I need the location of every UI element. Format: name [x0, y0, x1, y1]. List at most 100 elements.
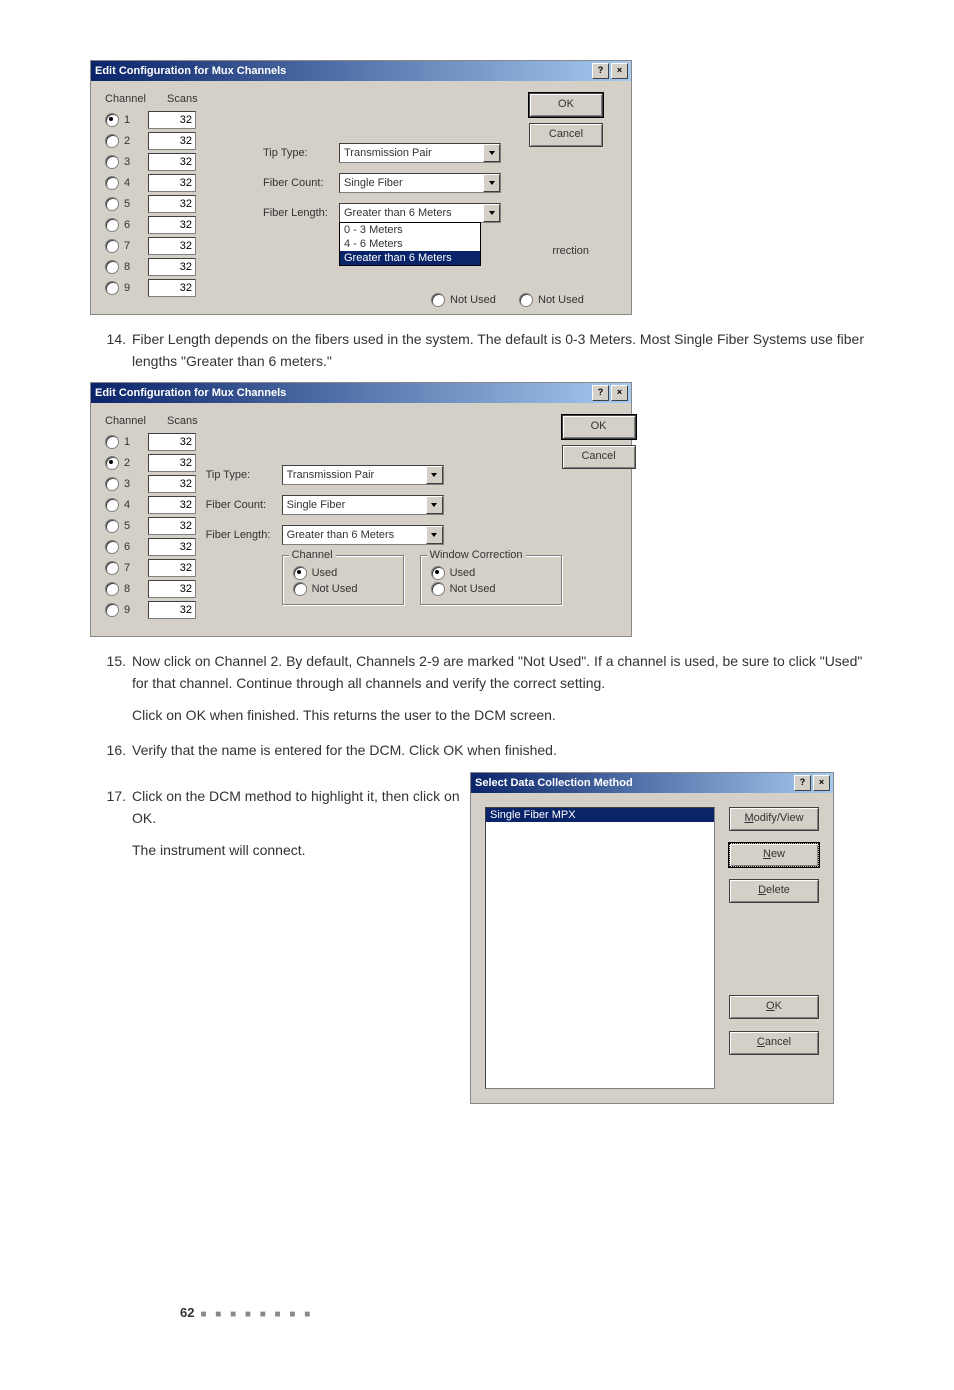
- channel-radio-1[interactable]: [105, 113, 119, 127]
- tip-type-select[interactable]: Transmission Pair: [339, 143, 501, 163]
- scans-input-8[interactable]: [148, 258, 196, 276]
- channel-radio-9[interactable]: [105, 281, 119, 295]
- fiber-length-select[interactable]: Greater than 6 Meters 0 - 3 Meters 4 - 6…: [339, 203, 501, 223]
- scans-input-6[interactable]: [148, 216, 196, 234]
- channel-label: 8: [124, 261, 148, 273]
- scans-input-7[interactable]: [148, 559, 196, 577]
- channel-label: 5: [124, 520, 148, 532]
- channel-radio-5[interactable]: [105, 197, 119, 211]
- used-radio[interactable]: Used: [293, 566, 393, 580]
- step-15-para: Click on OK when finished. This returns …: [132, 705, 874, 727]
- scans-input-1[interactable]: [148, 111, 196, 129]
- modify-view-button[interactable]: Modify/View: [729, 807, 819, 831]
- channel-radio-7[interactable]: [105, 561, 119, 575]
- channel-radio-9[interactable]: [105, 603, 119, 617]
- tip-type-select[interactable]: Transmission Pair: [282, 465, 444, 485]
- new-button[interactable]: New: [729, 843, 819, 867]
- channel-label: 3: [124, 156, 148, 168]
- fiber-count-select[interactable]: Single Fiber: [339, 173, 501, 193]
- chevron-down-icon: [426, 496, 443, 514]
- tip-type-label: Tip Type:: [263, 147, 339, 159]
- close-button[interactable]: ×: [611, 63, 628, 79]
- fiber-count-select[interactable]: Single Fiber: [282, 495, 444, 515]
- dropdown-option[interactable]: 0 - 3 Meters: [340, 223, 480, 237]
- titlebar: Select Data Collection Method ? ×: [471, 773, 833, 793]
- channel-label: 8: [124, 583, 148, 595]
- help-button[interactable]: ?: [592, 63, 609, 79]
- channel-radio-2[interactable]: [105, 456, 119, 470]
- channel-radio-1[interactable]: [105, 435, 119, 449]
- ok-button[interactable]: OK: [562, 415, 636, 439]
- channel-radio-4[interactable]: [105, 176, 119, 190]
- channel-label: 9: [124, 282, 148, 294]
- page-footer: 62 ■ ■ ■ ■ ■ ■ ■ ■: [180, 1305, 313, 1320]
- scans-header: Scans: [167, 93, 198, 105]
- channel-label: 6: [124, 219, 148, 231]
- select-dcm-dialog: Select Data Collection Method ? × Single…: [470, 772, 834, 1104]
- help-button[interactable]: ?: [592, 385, 609, 401]
- chevron-down-icon: [483, 204, 500, 222]
- ok-button[interactable]: OK: [729, 995, 819, 1019]
- page-number: 62: [180, 1305, 194, 1320]
- channel-group: Channel Used Not Used: [282, 555, 404, 605]
- channel-label: 2: [124, 135, 148, 147]
- not-used-radio[interactable]: Not Used: [519, 293, 584, 307]
- channel-label: 7: [124, 240, 148, 252]
- scans-input-3[interactable]: [148, 475, 196, 493]
- scans-input-9[interactable]: [148, 601, 196, 619]
- close-button[interactable]: ×: [813, 775, 830, 791]
- fiber-length-select[interactable]: Greater than 6 Meters: [282, 525, 444, 545]
- correction-group-partial: rrection: [552, 245, 589, 257]
- dialog-title: Select Data Collection Method: [475, 777, 792, 789]
- cancel-button[interactable]: Cancel: [529, 123, 603, 147]
- step-14: 14. Fiber Length depends on the fibers u…: [90, 329, 874, 372]
- channel-radio-6[interactable]: [105, 540, 119, 554]
- channel-radio-6[interactable]: [105, 218, 119, 232]
- channel-radio-4[interactable]: [105, 498, 119, 512]
- ok-button[interactable]: OK: [529, 93, 603, 117]
- channel-radio-3[interactable]: [105, 155, 119, 169]
- used-radio[interactable]: Used: [431, 566, 551, 580]
- chevron-down-icon: [483, 144, 500, 162]
- channel-radio-5[interactable]: [105, 519, 119, 533]
- help-button[interactable]: ?: [794, 775, 811, 791]
- scans-input-5[interactable]: [148, 517, 196, 535]
- step-15: 15. Now click on Channel 2. By default, …: [90, 651, 874, 694]
- scans-input-1[interactable]: [148, 433, 196, 451]
- channel-header: Channel: [105, 93, 167, 105]
- dialog-title: Edit Configuration for Mux Channels: [95, 387, 590, 399]
- scans-input-9[interactable]: [148, 279, 196, 297]
- scans-input-4[interactable]: [148, 496, 196, 514]
- scans-input-6[interactable]: [148, 538, 196, 556]
- dcm-listbox[interactable]: Single Fiber MPX: [485, 807, 715, 1089]
- channel-radio-8[interactable]: [105, 260, 119, 274]
- fiber-count-label: Fiber Count:: [263, 177, 339, 189]
- not-used-radio[interactable]: Not Used: [431, 293, 496, 307]
- delete-button[interactable]: Delete: [729, 879, 819, 903]
- scans-input-2[interactable]: [148, 132, 196, 150]
- scans-input-7[interactable]: [148, 237, 196, 255]
- chevron-down-icon: [483, 174, 500, 192]
- scans-input-4[interactable]: [148, 174, 196, 192]
- channel-label: 3: [124, 478, 148, 490]
- channel-radio-2[interactable]: [105, 134, 119, 148]
- scans-input-2[interactable]: [148, 454, 196, 472]
- channel-radio-8[interactable]: [105, 582, 119, 596]
- scans-input-3[interactable]: [148, 153, 196, 171]
- cancel-button[interactable]: Cancel: [562, 445, 636, 469]
- not-used-radio[interactable]: Not Used: [293, 582, 393, 596]
- fiber-length-dropdown: 0 - 3 Meters 4 - 6 Meters Greater than 6…: [339, 222, 481, 266]
- footer-dots: ■ ■ ■ ■ ■ ■ ■ ■: [200, 1309, 313, 1320]
- scans-input-8[interactable]: [148, 580, 196, 598]
- dialog-title: Edit Configuration for Mux Channels: [95, 65, 590, 77]
- scans-input-5[interactable]: [148, 195, 196, 213]
- channel-radio-3[interactable]: [105, 477, 119, 491]
- close-button[interactable]: ×: [611, 385, 628, 401]
- dropdown-option[interactable]: Greater than 6 Meters: [340, 251, 480, 265]
- not-used-radio[interactable]: Not Used: [431, 582, 551, 596]
- channel-label: 1: [124, 436, 148, 448]
- dropdown-option[interactable]: 4 - 6 Meters: [340, 237, 480, 251]
- channel-radio-7[interactable]: [105, 239, 119, 253]
- cancel-button[interactable]: Cancel: [729, 1031, 819, 1055]
- list-item[interactable]: Single Fiber MPX: [486, 808, 714, 822]
